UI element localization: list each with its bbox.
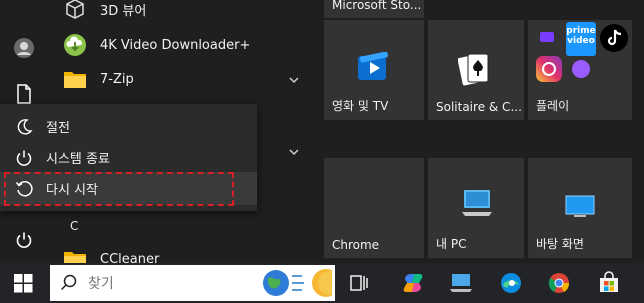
tile-my-pc[interactable]: 내 PC: [428, 158, 524, 258]
app-label: 7-Zip: [100, 71, 134, 87]
taskbar-search-box[interactable]: [50, 265, 335, 301]
cards-icon: [458, 53, 489, 86]
restart-icon: [14, 179, 34, 199]
app-label: 4K Video Downloader+: [100, 37, 251, 53]
search-icon: [60, 274, 77, 291]
restart-menu-item[interactable]: 다시 시작: [0, 172, 257, 205]
chevron-down-icon[interactable]: [287, 73, 301, 87]
section-letter[interactable]: C: [70, 219, 78, 233]
copilot-icon[interactable]: [398, 268, 428, 298]
chrome-icon[interactable]: [544, 268, 574, 298]
app-item-7zip[interactable]: 7-Zip: [56, 64, 306, 94]
tile-label: 영화 및 TV: [332, 99, 389, 113]
tile-label: 플레이: [536, 99, 570, 113]
tile-label: Microsoft Sto...: [332, 0, 422, 12]
app-item-3d-viewer[interactable]: 3D 뷰어: [56, 0, 306, 24]
tile-chrome[interactable]: Chrome: [324, 158, 424, 258]
power-flyout: 절전 시스템 종료 다시 시작: [0, 104, 257, 211]
tile-solitaire[interactable]: Solitaire & C...: [428, 20, 524, 120]
restart-label: 다시 시작: [46, 183, 98, 198]
sleep-menu-item[interactable]: 절전: [0, 110, 257, 143]
monitor-icon: [565, 195, 595, 217]
tile-play-folder[interactable]: prime video 플레이: [528, 20, 632, 120]
power-icon: [14, 148, 34, 168]
folder-icon: [62, 246, 88, 263]
tile-label: Solitaire & C...: [436, 100, 522, 114]
tile-microsoft-store[interactable]: Microsoft Sto...: [324, 0, 424, 18]
app-label: CCleaner: [100, 251, 160, 264]
computer-icon: [462, 190, 492, 216]
tile-movies-tv[interactable]: 영화 및 TV: [324, 20, 424, 120]
store-icon[interactable]: [594, 268, 624, 298]
prime-video-icon: prime video: [566, 22, 596, 56]
tile-label: 내 PC: [436, 237, 467, 251]
document-icon[interactable]: [12, 82, 36, 106]
power-button[interactable]: [12, 228, 36, 252]
folder-icon: [62, 66, 88, 92]
sleep-label: 절전: [46, 121, 70, 136]
shutdown-label: 시스템 종료: [46, 152, 110, 167]
tile-label: 바탕 화면: [536, 237, 584, 251]
shutdown-menu-item[interactable]: 시스템 종료: [0, 141, 257, 174]
messenger-icon: [572, 60, 590, 78]
moon-icon: [14, 117, 34, 137]
computer-icon[interactable]: [446, 268, 476, 298]
chevron-down-icon[interactable]: [287, 145, 301, 159]
tile-desktop[interactable]: 바탕 화면: [528, 158, 632, 258]
windows-start-button[interactable]: [14, 274, 33, 293]
user-avatar[interactable]: [12, 36, 36, 60]
app-item-ccleaner[interactable]: CCleaner: [56, 244, 306, 263]
instagram-icon: [536, 56, 562, 82]
app-label: 3D 뷰어: [100, 3, 147, 19]
app-item-4k-video-downloader[interactable]: 4K Video Downloader+: [56, 30, 306, 60]
app-mini-icon: [540, 32, 554, 42]
task-view-button[interactable]: [344, 268, 374, 298]
search-highlight-icon: [263, 269, 332, 297]
film-icon: [358, 52, 388, 80]
edge-icon[interactable]: [496, 268, 526, 298]
start-menu: 3D 뷰어 4K Video Downloader+ 7-Zip C CClea…: [0, 0, 644, 263]
tile-label: Chrome: [332, 238, 380, 252]
download-cloud-icon: [62, 32, 88, 58]
cube-icon: [62, 0, 88, 22]
tiktok-icon: [600, 24, 628, 52]
